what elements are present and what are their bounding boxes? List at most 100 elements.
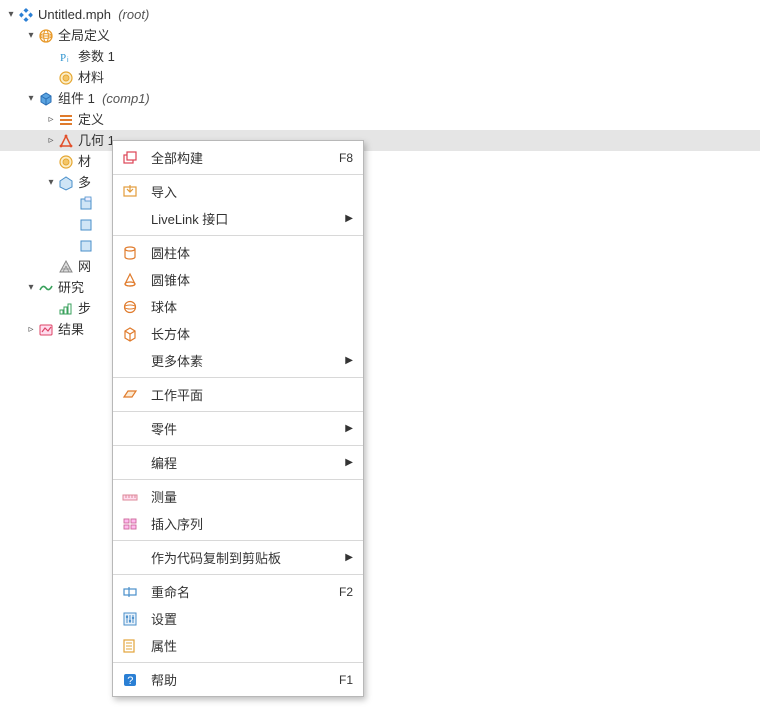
submenu-arrow-icon: ▶ (345, 355, 353, 366)
menu-cylinder[interactable]: 圆柱体 (113, 239, 363, 266)
menu-separator (113, 445, 363, 446)
svg-text:P: P (60, 52, 66, 64)
tree-item-label: 多 (78, 172, 91, 193)
materials-icon (58, 154, 74, 170)
tree-item-label: 定义 (78, 109, 104, 130)
physics-child-icon (78, 217, 94, 233)
tree-item-label: 材 (78, 151, 91, 172)
toggle-expanded-icon[interactable]: ▾ (24, 29, 38, 43)
menu-import[interactable]: 导入 (113, 178, 363, 205)
tree-item-label: 结果 (58, 319, 84, 340)
tree-item-parameters-1[interactable]: Pi 参数 1 (0, 46, 760, 67)
menu-block[interactable]: 长方体 (113, 320, 363, 347)
menu-separator (113, 479, 363, 480)
menu-rename[interactable]: 重命名 F2 (113, 578, 363, 605)
menu-measure[interactable]: 测量 (113, 483, 363, 510)
menu-sphere[interactable]: 球体 (113, 293, 363, 320)
build-all-icon (121, 149, 139, 167)
submenu-arrow-icon: ▶ (345, 423, 353, 434)
physics-child-icon (78, 238, 94, 254)
tree-item-label: 步 (78, 298, 91, 319)
menu-more-primitives[interactable]: 更多体素 ▶ (113, 347, 363, 374)
toggle-expanded-icon[interactable]: ▾ (24, 281, 38, 295)
geometry-icon (58, 133, 74, 149)
definitions-icon (58, 112, 74, 128)
menu-separator (113, 411, 363, 412)
blank-icon (121, 352, 139, 370)
menu-insert-sequence[interactable]: 插入序列 (113, 510, 363, 537)
study-step-icon (58, 301, 74, 317)
menu-label: 圆锥体 (151, 270, 353, 289)
menu-shortcut: F2 (339, 585, 353, 599)
menu-label: 设置 (151, 609, 353, 628)
blank-icon (121, 454, 139, 472)
menu-label: 更多体素 (151, 351, 337, 370)
physics-child-icon (78, 196, 94, 212)
svg-text:?: ? (127, 675, 133, 687)
menu-label: 作为代码复制到剪贴板 (151, 548, 337, 567)
menu-separator (113, 574, 363, 575)
import-icon (121, 183, 139, 201)
blank-icon (121, 420, 139, 438)
menu-label: 编程 (151, 453, 337, 472)
cone-icon (121, 271, 139, 289)
submenu-arrow-icon: ▶ (345, 552, 353, 563)
tree-item-label: Untitled.mph (root) (38, 4, 149, 25)
menu-cone[interactable]: 圆锥体 (113, 266, 363, 293)
tree-item-global-definitions[interactable]: ▾ 全局定义 (0, 25, 760, 46)
menu-label: 属性 (151, 636, 353, 655)
rename-icon (121, 583, 139, 601)
menu-settings[interactable]: 设置 (113, 605, 363, 632)
toggle-expanded-icon[interactable]: ▾ (4, 8, 18, 22)
block-icon (121, 325, 139, 343)
menu-build-all[interactable]: 全部构建 F8 (113, 144, 363, 171)
tree-item-label: 参数 1 (78, 46, 115, 67)
menu-parts[interactable]: 零件 ▶ (113, 415, 363, 442)
menu-label: 测量 (151, 487, 353, 506)
sphere-icon (121, 298, 139, 316)
menu-label: 全部构建 (151, 148, 331, 167)
toggle-expanded-icon[interactable]: ▾ (24, 92, 38, 106)
menu-separator (113, 235, 363, 236)
menu-shortcut: F8 (339, 151, 353, 165)
component-icon (38, 91, 54, 107)
menu-livelink[interactable]: LiveLink 接口 ▶ (113, 205, 363, 232)
mesh-icon (58, 259, 74, 275)
menu-label: 帮助 (151, 670, 331, 689)
tree-item-component-1[interactable]: ▾ 组件 1 (comp1) (0, 88, 760, 109)
tree-item-label: 全局定义 (58, 25, 110, 46)
toggle-expanded-icon[interactable]: ▾ (44, 176, 58, 190)
menu-separator (113, 377, 363, 378)
parameters-icon: Pi (58, 49, 74, 65)
help-icon: ? (121, 671, 139, 689)
menu-label: 重命名 (151, 582, 331, 601)
menu-label: 插入序列 (151, 514, 353, 533)
menu-separator (113, 662, 363, 663)
insert-sequence-icon (121, 515, 139, 533)
menu-programming[interactable]: 编程 ▶ (113, 449, 363, 476)
tree-item-label: 几何 1 (78, 130, 115, 151)
menu-help[interactable]: ? 帮助 F1 (113, 666, 363, 693)
menu-copy-as-code[interactable]: 作为代码复制到剪贴板 ▶ (113, 544, 363, 571)
study-icon (38, 280, 54, 296)
properties-icon (121, 637, 139, 655)
toggle-collapsed-icon[interactable]: ▹ (44, 134, 58, 148)
menu-label: 导入 (151, 182, 353, 201)
tree-item-definitions[interactable]: ▹ 定义 (0, 109, 760, 130)
results-icon (38, 322, 54, 338)
materials-icon (58, 70, 74, 86)
blank-icon (121, 549, 139, 567)
menu-label: 零件 (151, 419, 337, 438)
workplane-icon (121, 386, 139, 404)
toggle-collapsed-icon[interactable]: ▹ (24, 323, 38, 337)
menu-label: 工作平面 (151, 385, 353, 404)
tree-item-materials-global[interactable]: 材料 (0, 67, 760, 88)
menu-properties[interactable]: 属性 (113, 632, 363, 659)
menu-workplane[interactable]: 工作平面 (113, 381, 363, 408)
menu-label: 球体 (151, 297, 353, 316)
tree-item-label: 材料 (78, 67, 104, 88)
toggle-collapsed-icon[interactable]: ▹ (44, 113, 58, 127)
tree-item-label: 研究 (58, 277, 84, 298)
tree-item-root[interactable]: ▾ Untitled.mph (root) (0, 4, 760, 25)
cylinder-icon (121, 244, 139, 262)
